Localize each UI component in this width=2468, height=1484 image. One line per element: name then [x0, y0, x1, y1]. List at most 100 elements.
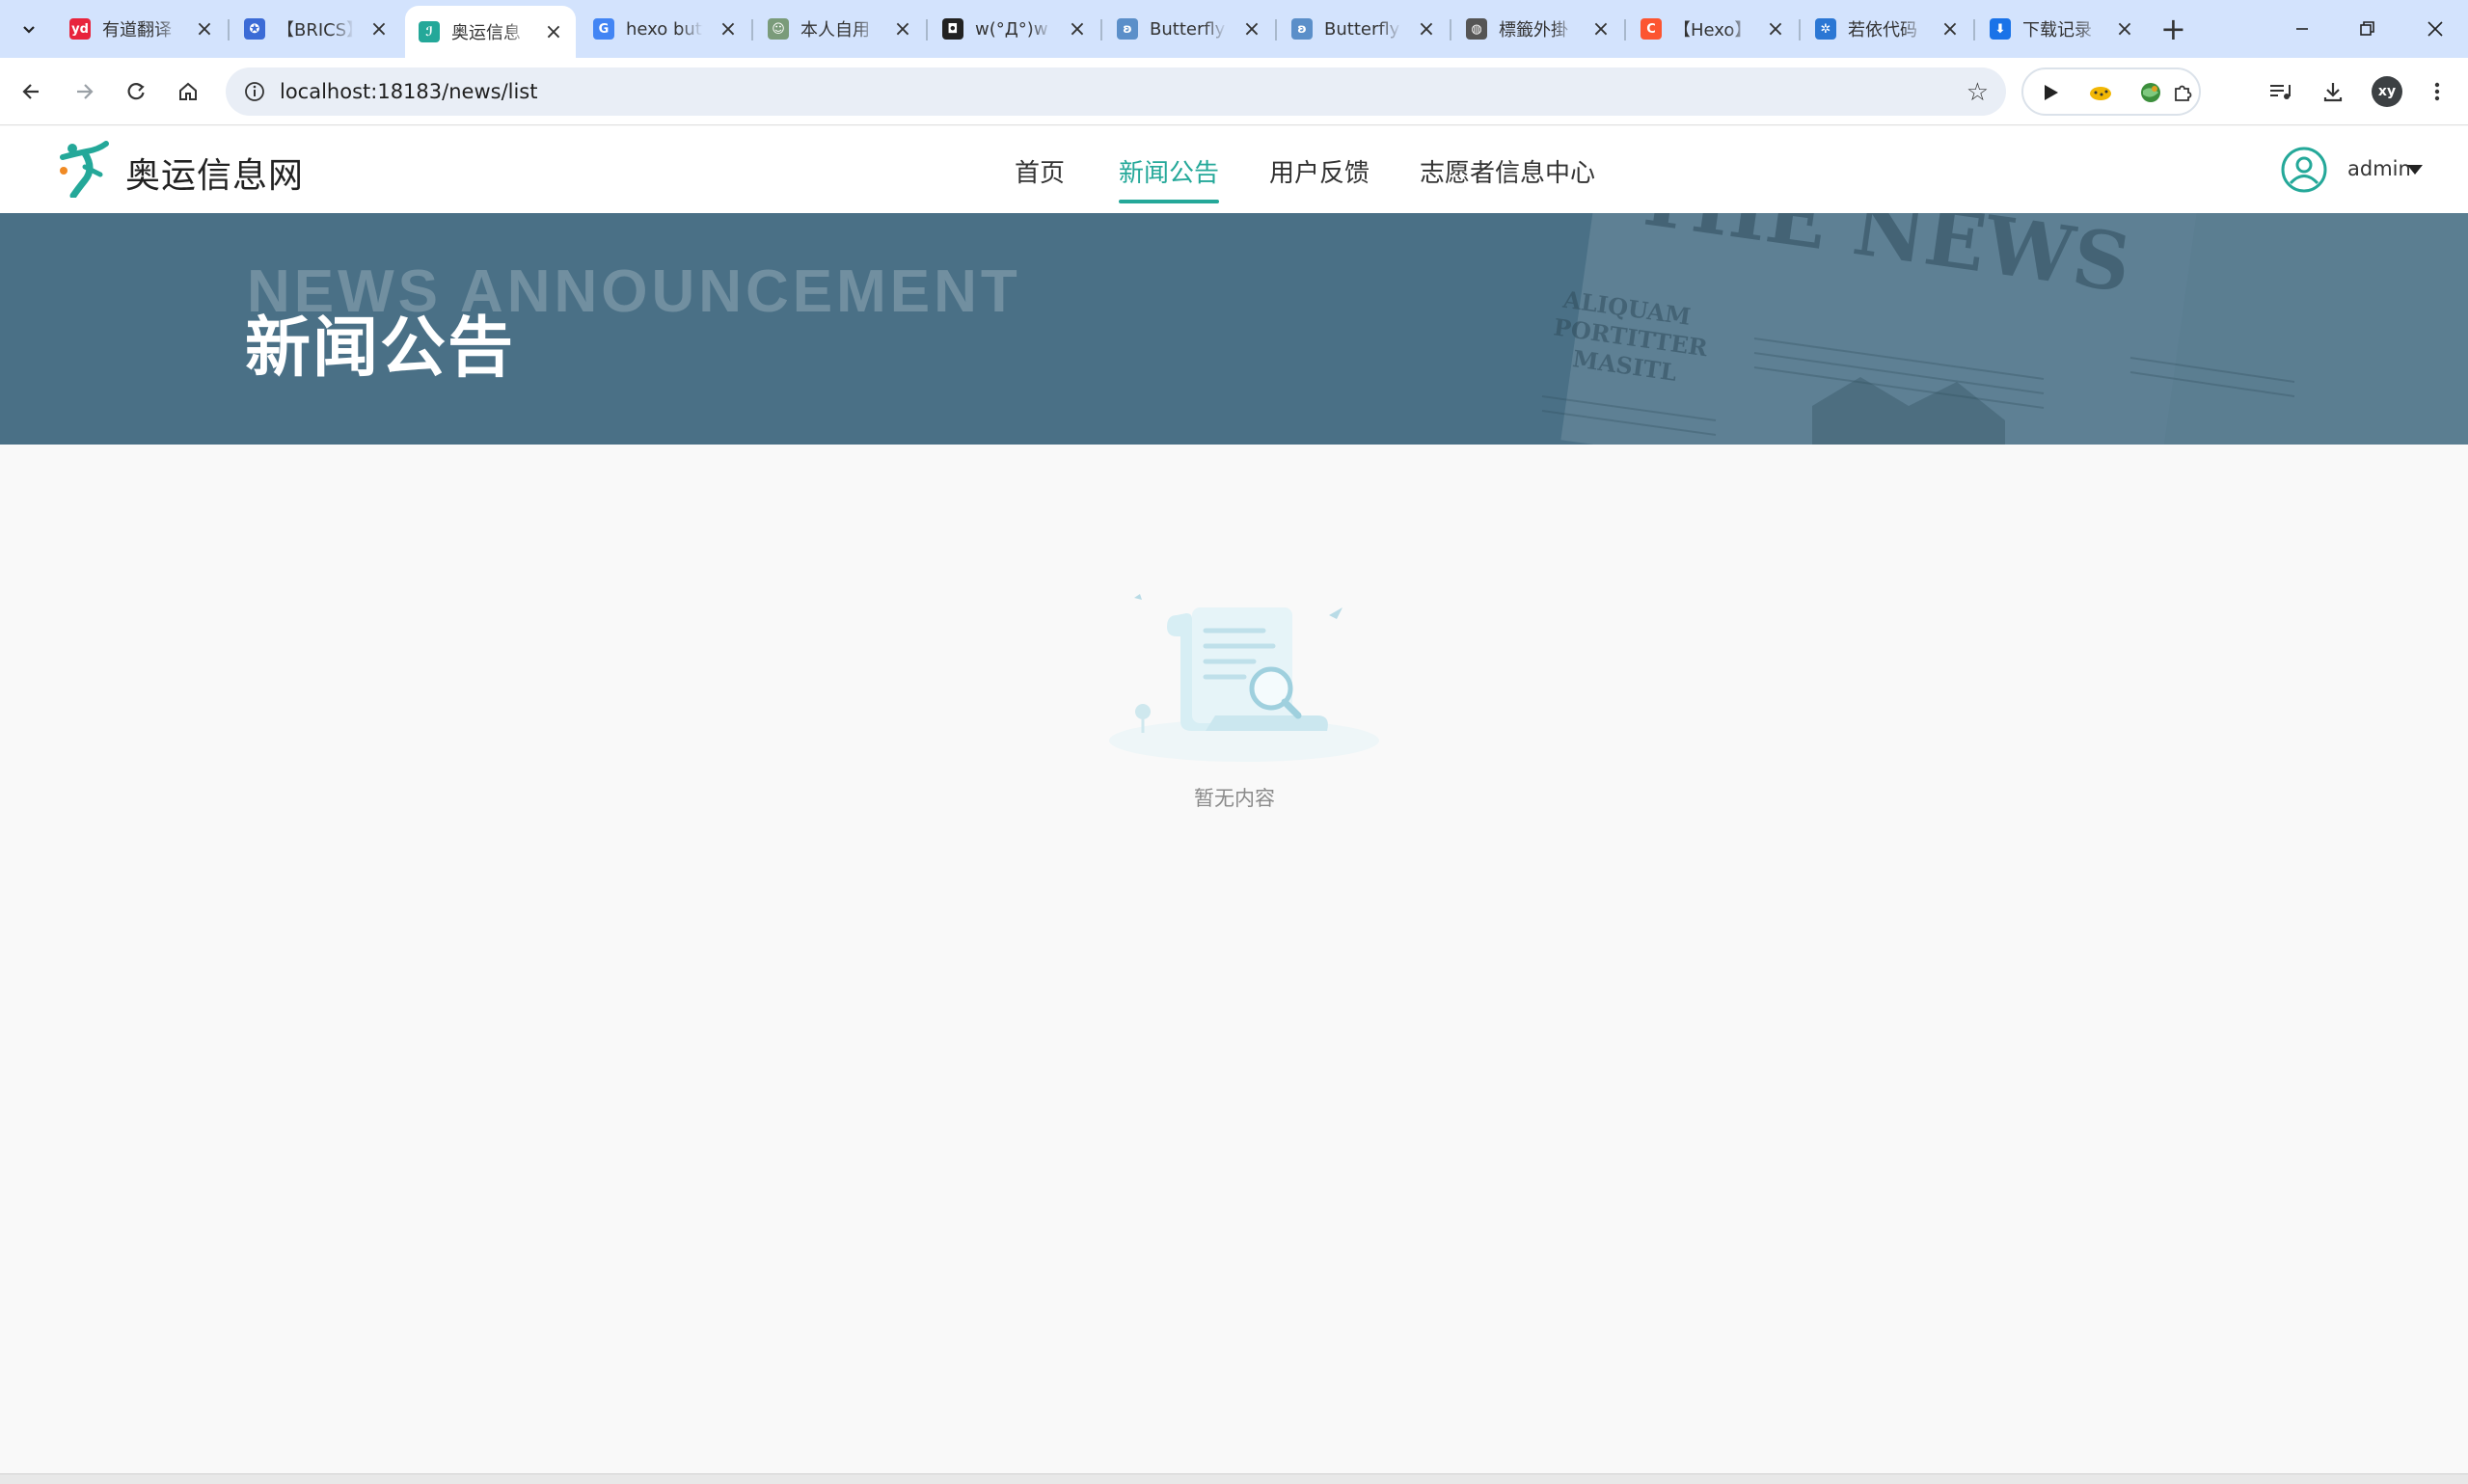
browser-tab[interactable]: ☺ 本人自用 ×	[754, 6, 925, 52]
cheetah-extension-icon[interactable]	[2087, 79, 2114, 106]
browser-toolbar: localhost:18183/news/list ☆ xy	[0, 58, 2468, 125]
nav-feedback[interactable]: 用户反馈	[1269, 153, 1370, 211]
site-header: 奥运信息网 首页 新闻公告 用户反馈 志愿者信息中心 admin	[0, 126, 2468, 213]
url-text: localhost:18183/news/list	[280, 80, 538, 103]
tab-close-icon[interactable]: ×	[1938, 16, 1963, 41]
home-button[interactable]	[170, 73, 206, 110]
new-tab-button[interactable]: +	[2160, 13, 2186, 44]
window-bottom-edge	[0, 1473, 2468, 1484]
play-extension-icon[interactable]	[2037, 79, 2064, 106]
browser-tab[interactable]: C 【Hexo】 ×	[1627, 6, 1798, 52]
browser-tab[interactable]: Ghexo butterfly ×	[580, 6, 750, 52]
nav-home[interactable]: 首页	[1015, 153, 1065, 211]
tab-close-icon[interactable]: ×	[1763, 16, 1788, 41]
tab-title: hexo butterfly	[626, 18, 703, 40]
tab-close-icon[interactable]: ×	[1588, 16, 1614, 41]
tab-close-icon[interactable]: ×	[890, 16, 915, 41]
reload-icon	[127, 83, 145, 100]
butterfly-icon: ʚ	[1117, 18, 1138, 40]
swirl-icon: ✪	[244, 18, 265, 40]
tab-close-icon[interactable]: ×	[1065, 16, 1090, 41]
browser-tab[interactable]: ✪ 【BRICS】 ×	[231, 6, 401, 52]
tab-title: Butterfly	[1150, 18, 1226, 40]
tab-close-icon[interactable]: ×	[1239, 16, 1264, 41]
nav-volunteer-center[interactable]: 志愿者信息中心	[1420, 153, 1595, 211]
tab-close-icon[interactable]: ×	[192, 16, 217, 41]
more-menu-icon[interactable]	[2421, 75, 2454, 108]
address-bar[interactable]: localhost:18183/news/list ☆	[226, 67, 2006, 116]
tab-title: 奥运信息	[451, 23, 521, 43]
puzzle-icon[interactable]	[2168, 79, 2197, 106]
extensions-group	[2021, 67, 2201, 116]
tab-separator	[1799, 19, 1801, 40]
browser-tab[interactable]: ʚ Butterfly ×	[1278, 6, 1449, 52]
tab-separator	[751, 19, 753, 40]
close-window-button[interactable]	[2411, 10, 2459, 48]
tab-separator	[1973, 19, 1975, 40]
back-button[interactable]	[14, 73, 50, 110]
browser-tab[interactable]: yd 有道翻译 ×	[56, 6, 227, 52]
arrow-left-icon	[22, 84, 39, 99]
tab-title: w(°Д°)w	[975, 18, 1048, 40]
tab-close-icon[interactable]: ×	[366, 16, 392, 41]
browser-tab[interactable]: ✲ 若依代码 ×	[1802, 6, 1972, 52]
tab-title: 下载记录	[2022, 20, 2092, 40]
tab-separator	[1275, 19, 1277, 40]
reload-button[interactable]	[118, 73, 154, 110]
newspaper-background-image: THE NEWS ALIQUAM PORTITTER MASITL	[1541, 213, 2468, 445]
google-icon: G	[593, 18, 614, 40]
browser-tab[interactable]: ℐ 奥运信息 ×	[405, 6, 576, 58]
butterfly-icon: ʚ	[1291, 18, 1313, 40]
csdn-icon: C	[1641, 18, 1662, 40]
caret-down-icon[interactable]	[2407, 165, 2423, 175]
chevron-down-icon	[23, 26, 35, 34]
browser-tab-strip: yd 有道翻译 × ✪ 【BRICS】 × ℐ 奥运信息 × Ghexo butterfly × ☺ 本…	[0, 0, 2468, 58]
tab-title: 【Hexo】	[1673, 20, 1750, 40]
page-title: 新闻公告	[245, 310, 516, 387]
user-menu-label[interactable]: admin	[2347, 157, 2411, 180]
tab-close-icon[interactable]: ×	[2112, 16, 2137, 41]
tab-title: 有道翻译	[102, 20, 172, 40]
olympic-site-logo-icon[interactable]	[56, 140, 114, 198]
tab-close-icon[interactable]: ×	[541, 19, 566, 44]
forward-button[interactable]	[66, 73, 102, 110]
olympic-logo-icon: ℐ	[419, 21, 440, 42]
tab-title: 標籤外掛	[1499, 20, 1568, 40]
avatar-icon: ☺	[768, 18, 789, 40]
browser-tab[interactable]: ◘ w(°Д°)w ×	[929, 6, 1099, 52]
site-title[interactable]: 奥运信息网	[125, 148, 304, 198]
tab-separator	[1450, 19, 1451, 40]
tab-title: 若依代码	[1848, 20, 1917, 40]
youdao-icon: yd	[69, 18, 91, 40]
tab-separator	[1100, 19, 1102, 40]
minimize-icon	[2296, 28, 2308, 30]
user-avatar-icon[interactable]	[2280, 146, 2328, 194]
ruoyi-icon: ✲	[1815, 18, 1836, 40]
globe-extension-icon[interactable]	[2137, 79, 2164, 106]
close-icon	[2427, 21, 2443, 37]
tab-close-icon[interactable]: ×	[716, 16, 741, 41]
home-icon	[179, 82, 197, 100]
tab-separator	[1624, 19, 1626, 40]
info-icon	[245, 82, 264, 101]
bookmark-star-icon[interactable]: ☆	[1966, 78, 1989, 107]
tab-search-button[interactable]	[12, 12, 46, 46]
page-banner: THE NEWS ALIQUAM PORTITTER MASITL NEWS A…	[0, 213, 2468, 445]
browser-tab[interactable]: ʚ Butterfly ×	[1103, 6, 1274, 52]
tab-separator	[926, 19, 928, 40]
tab-title: 本人自用	[800, 20, 870, 40]
tab-close-icon[interactable]: ×	[1414, 16, 1439, 41]
globe-icon: ◍	[1466, 18, 1487, 40]
tab-title: Butterfly	[1324, 18, 1400, 40]
minimize-button[interactable]	[2278, 10, 2326, 48]
arrow-right-icon	[77, 84, 94, 99]
browser-tab[interactable]: ◍ 標籤外掛 ×	[1452, 6, 1623, 52]
media-control-icon[interactable]	[2264, 75, 2296, 108]
browser-tab[interactable]: ⬇ 下载记录 ×	[1976, 6, 2147, 52]
nav-news[interactable]: 新闻公告	[1119, 153, 1220, 211]
empty-content-illustration	[1109, 594, 1379, 762]
restore-button[interactable]	[2344, 10, 2392, 48]
profile-avatar[interactable]: xy	[2372, 76, 2402, 107]
tab-title: 【BRICS】	[277, 20, 354, 40]
download-icon[interactable]	[2317, 75, 2349, 108]
